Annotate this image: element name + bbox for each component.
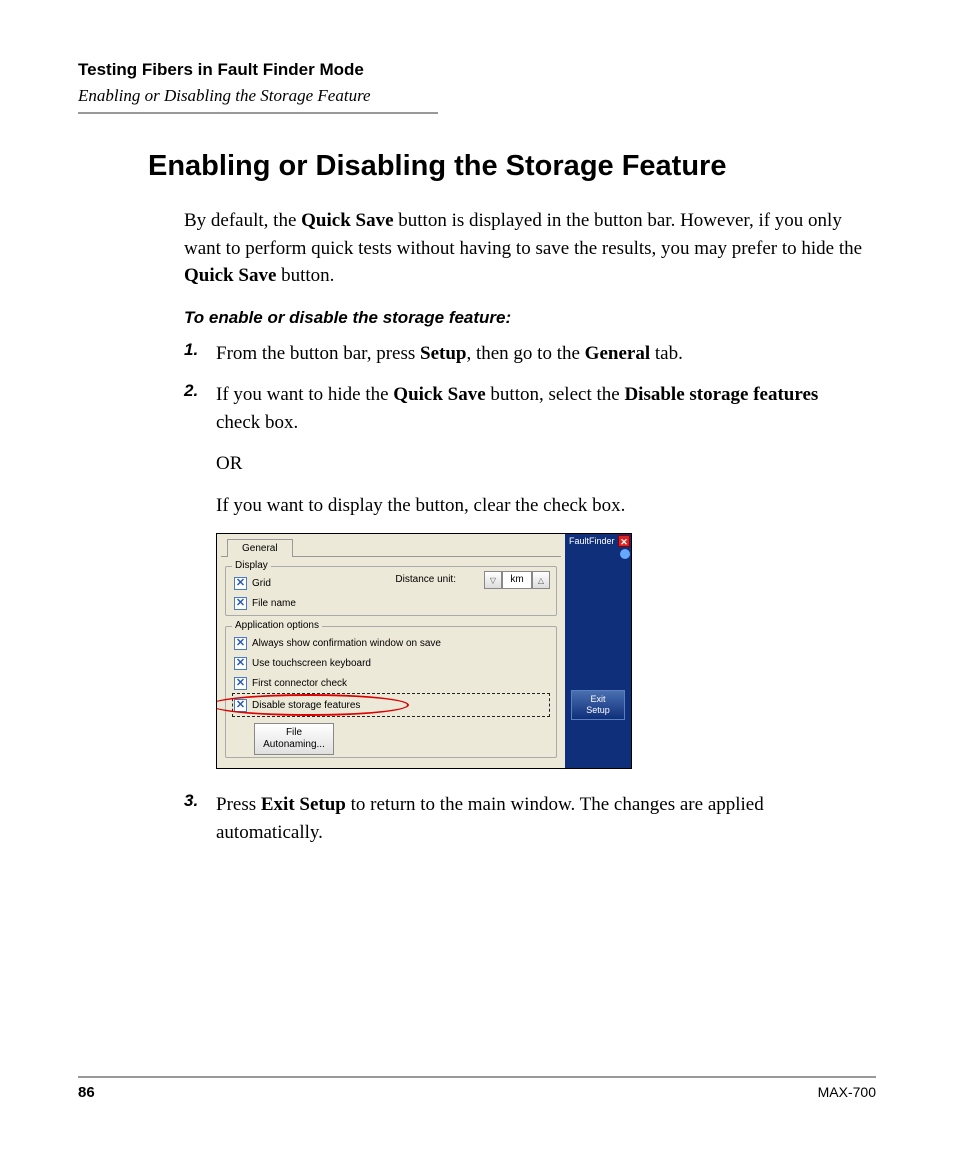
step-number: 3. <box>184 791 216 846</box>
step-number: 2. <box>184 381 216 519</box>
text: If you want to display the button, clear… <box>216 492 866 520</box>
exit-setup-button[interactable]: Exit Setup <box>571 690 625 720</box>
page-number: 86 <box>78 1084 95 1101</box>
header-divider <box>78 112 438 114</box>
page-footer: 86 MAX-700 <box>78 1076 876 1101</box>
checkbox-label: Always show confirmation window on save <box>252 638 441 649</box>
checkbox-touch-keyboard[interactable]: ✕ <box>234 657 247 670</box>
section-title: Enabling or Disabling the Storage Featur… <box>78 86 876 106</box>
button-line: Setup <box>572 705 624 716</box>
button-line: File <box>255 727 333 739</box>
step-body: If you want to hide the Quick Save butto… <box>216 381 866 519</box>
text: button. <box>276 265 334 286</box>
step-body: Press Exit Setup to return to the main w… <box>216 791 866 846</box>
stepper-up-icon[interactable]: △ <box>532 571 550 589</box>
step-1: 1. From the button bar, press Setup, the… <box>184 340 866 368</box>
button-line: Autonaming... <box>255 739 333 751</box>
intro-paragraph: By default, the Quick Save button is dis… <box>184 207 866 290</box>
tab-general[interactable]: General <box>227 539 293 557</box>
checkbox-label: Grid <box>252 578 271 589</box>
setup-panel: General Display ✕ Grid ✕ File name Dista… <box>217 534 565 768</box>
group-label: Display <box>232 560 271 571</box>
chapter-title: Testing Fibers in Fault Finder Mode <box>78 60 876 80</box>
model-number: MAX-700 <box>818 1084 876 1101</box>
text-bold: Setup <box>420 343 466 364</box>
step-body: From the button bar, press Setup, then g… <box>216 340 866 368</box>
distance-unit-value: km <box>502 571 532 589</box>
distance-unit-stepper[interactable]: ▽ km △ <box>484 571 550 589</box>
button-line: Exit <box>572 694 624 705</box>
text: From the button bar, press <box>216 343 420 364</box>
group-label: Application options <box>232 620 322 631</box>
text: check box. <box>216 412 298 433</box>
text: Press <box>216 794 261 815</box>
highlighted-option: ✕ Disable storage features <box>232 693 550 717</box>
text-bold: Quick Save <box>301 210 393 231</box>
side-panel: FaultFinder ✕ Exit Setup <box>565 534 631 768</box>
footer-divider <box>78 1076 876 1078</box>
text: tab. <box>650 343 683 364</box>
checkbox-label: Disable storage features <box>252 700 360 711</box>
text: By default, the <box>184 210 301 231</box>
procedure-heading: To enable or disable the storage feature… <box>184 308 876 328</box>
text-bold: General <box>585 343 650 364</box>
text-bold: Quick Save <box>184 265 276 286</box>
text: , then go to the <box>466 343 584 364</box>
checkbox-label: Use touchscreen keyboard <box>252 658 371 669</box>
help-icon[interactable] <box>620 549 630 559</box>
text: button, select the <box>486 384 625 405</box>
stepper-down-icon[interactable]: ▽ <box>484 571 502 589</box>
group-app-options: Application options ✕ Always show confir… <box>225 626 557 758</box>
text-bold: Quick Save <box>393 384 485 405</box>
screenshot-figure: General Display ✕ Grid ✕ File name Dista… <box>216 533 632 769</box>
checkbox-grid[interactable]: ✕ <box>234 577 247 590</box>
step-number: 1. <box>184 340 216 368</box>
file-autonaming-button[interactable]: File Autonaming... <box>254 723 334 755</box>
page-heading: Enabling or Disabling the Storage Featur… <box>148 150 876 183</box>
app-title: FaultFinder <box>569 536 615 546</box>
checkbox-label: First connector check <box>252 678 347 689</box>
text-bold: Exit Setup <box>261 794 346 815</box>
text: If you want to hide the <box>216 384 393 405</box>
group-display: Display ✕ Grid ✕ File name Distance unit… <box>225 566 557 616</box>
checkbox-first-connector[interactable]: ✕ <box>234 677 247 690</box>
text-bold: Disable storage features <box>624 384 818 405</box>
distance-unit-label: Distance unit: <box>395 574 456 585</box>
close-icon[interactable]: ✕ <box>618 535 630 547</box>
step-3: 3. Press Exit Setup to return to the mai… <box>184 791 866 846</box>
step-2: 2. If you want to hide the Quick Save bu… <box>184 381 866 519</box>
text-or: OR <box>216 450 866 478</box>
checkbox-confirm-save[interactable]: ✕ <box>234 637 247 650</box>
checkbox-filename[interactable]: ✕ <box>234 597 247 610</box>
checkbox-label: File name <box>252 598 296 609</box>
checkbox-disable-storage[interactable]: ✕ <box>234 699 247 712</box>
